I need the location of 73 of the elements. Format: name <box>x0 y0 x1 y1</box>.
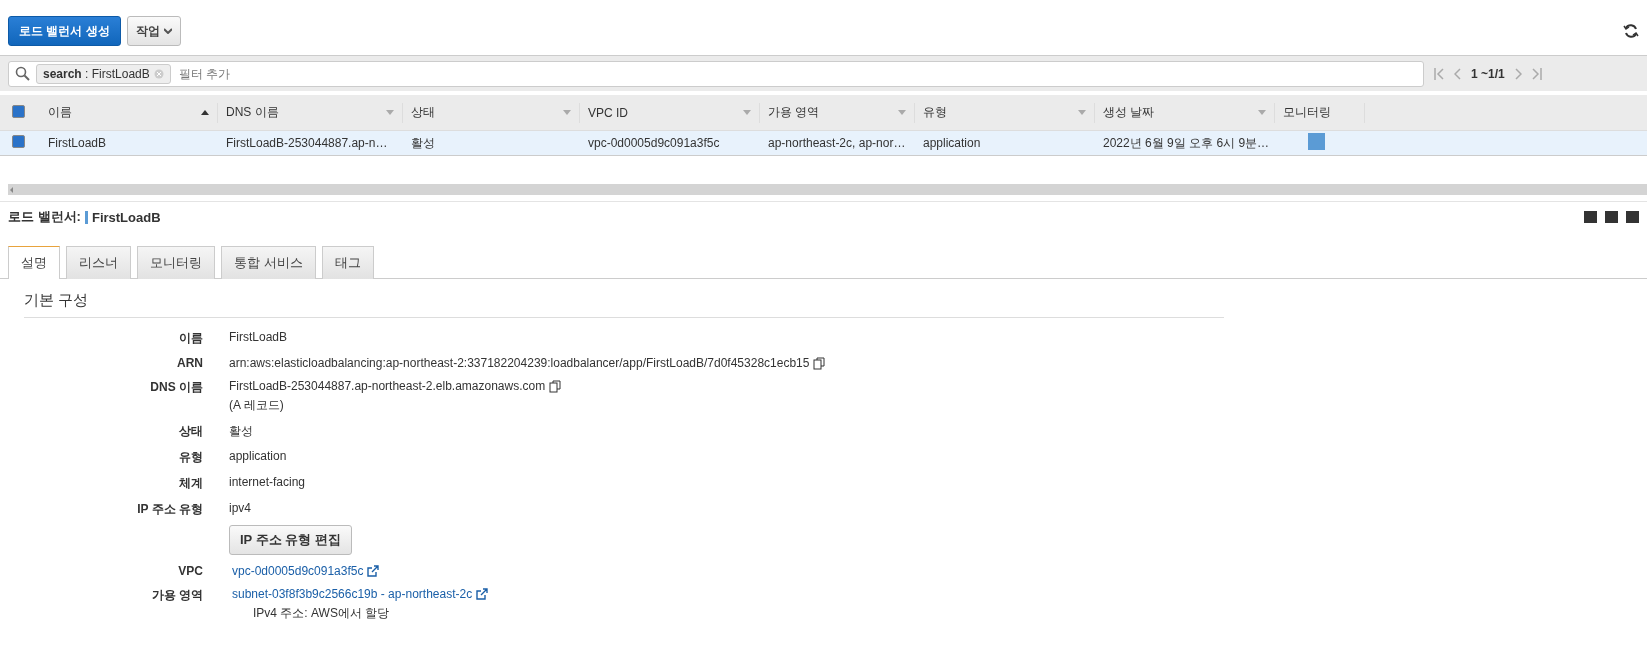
monitoring-icon[interactable] <box>1308 133 1325 150</box>
column-header[interactable]: 가용 영역 <box>760 102 915 123</box>
horizontal-scrollbar[interactable] <box>8 184 1647 195</box>
previous-page-icon[interactable] <box>1454 67 1461 80</box>
field-label: 가용 영역 <box>150 587 203 604</box>
external-link-icon[interactable] <box>367 565 380 577</box>
layout-icon[interactable] <box>1626 211 1639 223</box>
table-cell-text: 활성 <box>410 134 436 152</box>
field-label: 상태 <box>178 423 203 440</box>
filter-token[interactable]: search : FirstLoadB <box>36 63 171 84</box>
resource-link[interactable]: subnet-03f8f3b9c2566c19b - ap-northeast-2c <box>232 587 473 601</box>
tab[interactable]: 리스너 <box>66 246 131 279</box>
column-header[interactable]: 생성 날짜 <box>1095 102 1275 123</box>
field-label: VPC <box>177 564 203 578</box>
row-checkbox[interactable] <box>12 135 25 148</box>
column-header[interactable]: 유형 <box>915 102 1095 123</box>
field-label: 이름 <box>178 330 203 347</box>
table-cell-text: ap-northeast-2c, ap-nor… <box>767 136 907 150</box>
field-value: arn:aws:elasticloadbalancing:ap-northeast-2:337182204239:loadbalancer/app/FirstLoadB/7d0f45328c1ecb15 <box>229 356 810 370</box>
field-note: IPv4 주소: AWS에서 할당 <box>253 605 391 622</box>
field-value: 활성 <box>229 423 253 440</box>
search-icon <box>15 66 30 81</box>
field-value: application <box>229 449 287 463</box>
column-header[interactable]: 이름 <box>40 102 218 123</box>
field-value: FirstLoadB-253044887.ap-northeast-2.elb.amazonaws.com <box>229 379 546 393</box>
field-label: DNS 이름 <box>149 379 203 396</box>
search-field[interactable]: search : FirstLoadB 필터 추가 <box>8 60 1424 87</box>
resource-link[interactable]: vpc-0d0005d9c091a3f5c <box>232 564 364 578</box>
field-label: IP 주소 유형 <box>136 501 203 518</box>
field-label: 체계 <box>178 475 203 492</box>
table-row[interactable]: FirstLoadB FirstLoadB-253044887.ap-n… 활성 vpc-0d0005d9c091a3f5c ap-northeast-2c, ap-nor… application 2022년 6월 9일 오후 6시 9분… <box>0 131 1647 156</box>
pagination-text: 1 ~1/1 <box>1471 66 1505 81</box>
remove-icon[interactable] <box>153 68 164 79</box>
field-value: FirstLoadB <box>229 330 288 344</box>
copy-icon[interactable] <box>813 356 827 370</box>
detail-label: 로드 밸런서: <box>8 208 81 226</box>
column-header[interactable]: 상태 <box>403 102 580 123</box>
last-page-icon[interactable] <box>1531 67 1542 80</box>
column-header[interactable]: DNS 이름 <box>218 102 403 123</box>
table-cell-text: FirstLoadB <box>47 136 108 150</box>
first-page-icon[interactable] <box>1434 67 1444 80</box>
field-value: ipv4 <box>229 501 251 515</box>
field-value: internet-facing <box>229 475 306 489</box>
detail-name: FirstLoadB <box>91 209 161 225</box>
layout-icon[interactable] <box>1584 211 1597 223</box>
create-load-balancer-button[interactable]: 로드 밸런서 생성 <box>8 16 121 46</box>
refresh-icon[interactable] <box>1623 23 1639 39</box>
sort-caret-icon[interactable] <box>201 110 209 115</box>
layout-icon[interactable] <box>1605 211 1618 223</box>
tab[interactable]: 설명 <box>8 246 60 279</box>
table-cell-text: 2022년 6월 9일 오후 6시 9분… <box>1102 134 1271 152</box>
accent-bar <box>84 210 88 224</box>
copy-icon[interactable] <box>549 379 563 393</box>
section-title: 기본 구성 <box>24 291 1224 318</box>
field-label: 유형 <box>178 449 203 466</box>
field-note: (A 레코드) <box>229 397 285 414</box>
scroll-left-icon[interactable] <box>8 185 16 194</box>
edit-ip-type-button[interactable]: IP 주소 유형 편집 <box>229 525 352 555</box>
tab[interactable]: 모니터링 <box>137 246 215 279</box>
field-label: ARN <box>176 356 203 370</box>
next-page-icon[interactable] <box>1514 67 1522 80</box>
tab[interactable]: 통합 서비스 <box>221 246 316 279</box>
actions-button[interactable]: 작업 <box>126 16 181 46</box>
column-header[interactable]: VPC ID <box>580 102 760 123</box>
filter-token-text: search : FirstLoadB <box>43 66 150 81</box>
table-cell-text: application <box>922 136 982 150</box>
tab[interactable]: 태그 <box>321 246 374 279</box>
table-cell-text: FirstLoadB-253044887.ap-n… <box>225 136 389 150</box>
external-link-icon[interactable] <box>476 588 489 600</box>
table-cell-text: vpc-0d0005d9c091a3f5c <box>587 136 721 150</box>
select-all-checkbox[interactable] <box>12 104 25 118</box>
caret-icon <box>163 28 172 34</box>
column-header[interactable]: 모니터링 <box>1275 102 1365 123</box>
